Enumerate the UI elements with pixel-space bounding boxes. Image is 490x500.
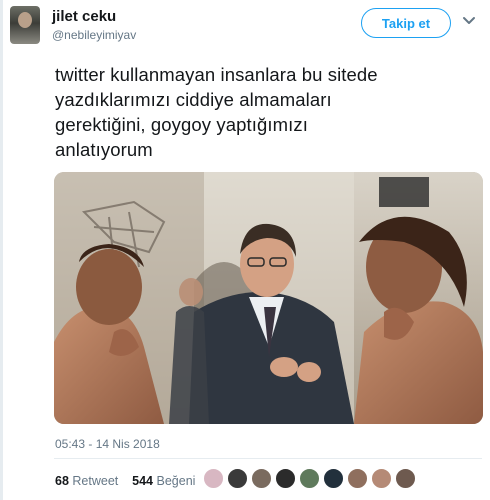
like-count[interactable]: 544 [132, 474, 153, 488]
liker-avatar[interactable] [347, 468, 368, 489]
retweet-count[interactable]: 68 [55, 474, 69, 488]
tweet-text-line: gerektiğini, goygoy yaptığımızı [55, 114, 308, 135]
tweet-timestamp[interactable]: 05:43 - 14 Nis 2018 [55, 437, 160, 451]
tweet-stats: 68 Retweet 544 Beğeni [55, 474, 195, 488]
avatar[interactable] [10, 6, 40, 44]
liker-avatar[interactable] [203, 468, 224, 489]
liker-avatar[interactable] [275, 468, 296, 489]
liker-avatar[interactable] [251, 468, 272, 489]
retweet-label[interactable]: Retweet [72, 474, 118, 488]
chevron-down-icon[interactable] [461, 14, 477, 28]
tweet-text-line: anlatıyorum [55, 139, 153, 160]
thread-rail [0, 0, 3, 500]
user-handle[interactable]: @nebileyimiyav [52, 28, 136, 42]
stats-divider [54, 458, 482, 459]
photo-illustration [54, 172, 483, 424]
tweet-photo[interactable] [54, 172, 483, 424]
display-name[interactable]: jilet ceku [52, 8, 116, 25]
tweet-text: twitter kullanmayan insanlara bu sitede … [55, 62, 455, 162]
liker-avatar[interactable] [395, 468, 416, 489]
tweet-text-line: yazdıklarımızı ciddiye almamaları [55, 89, 332, 110]
like-label[interactable]: Beğeni [157, 474, 196, 488]
liker-avatar[interactable] [227, 468, 248, 489]
liker-avatar[interactable] [371, 468, 392, 489]
tweet-text-line: twitter kullanmayan insanlara bu sitede [55, 64, 378, 85]
liker-avatar[interactable] [323, 468, 344, 489]
liker-avatar[interactable] [299, 468, 320, 489]
follow-button[interactable]: Takip et [361, 8, 451, 38]
